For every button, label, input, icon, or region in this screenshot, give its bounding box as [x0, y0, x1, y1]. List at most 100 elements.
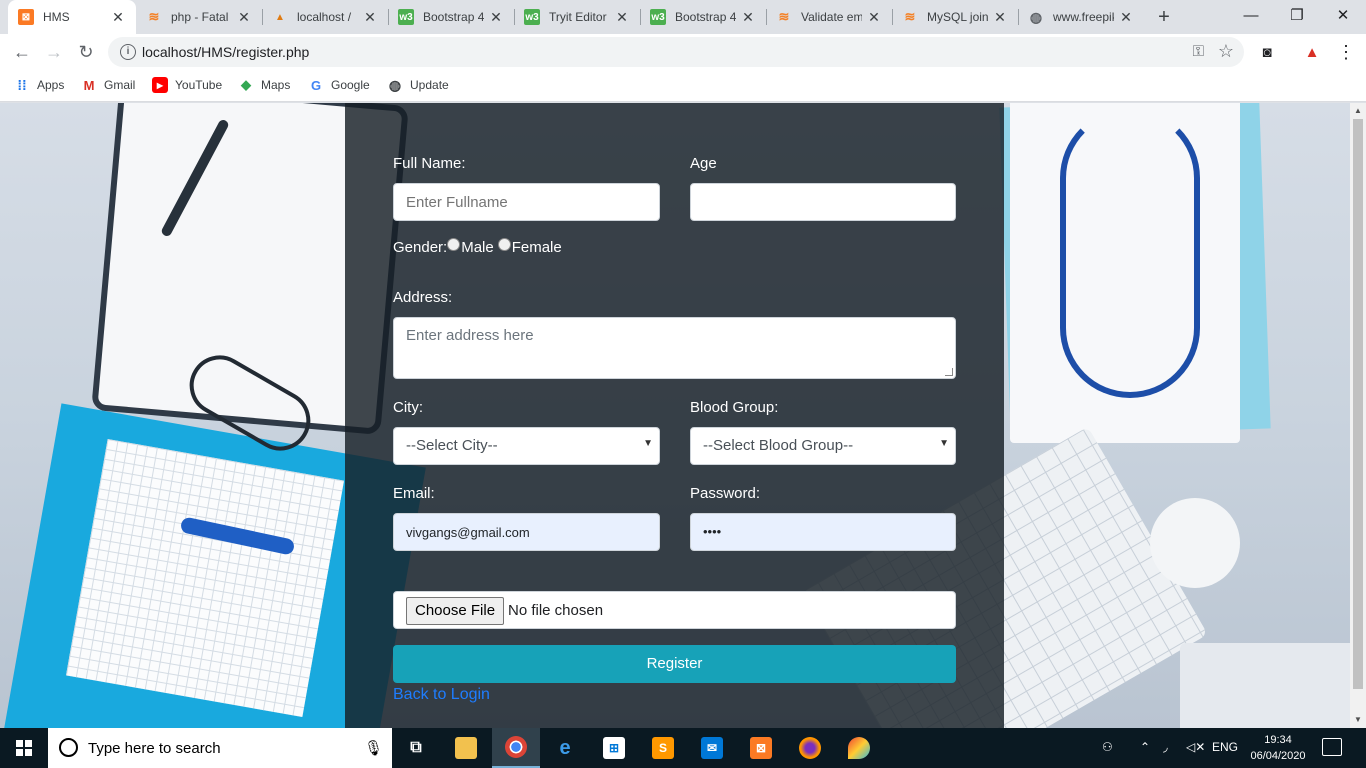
info-icon[interactable]: i — [120, 44, 136, 60]
email-input[interactable]: vivgangs@gmail.com — [393, 513, 660, 551]
tab-title: Tryit Editor — [549, 10, 607, 24]
close-tab-icon[interactable]: ✕ — [110, 9, 126, 25]
registration-form: Full Name: Age Gender: Male Female Addre… — [345, 103, 1004, 728]
tab-bootstrap-1[interactable]: w3 Bootstrap 4 ✕ — [388, 0, 514, 34]
bookmark-label: Gmail — [104, 78, 136, 92]
dropdown-arrow-icon: ▼ — [939, 438, 949, 449]
windows-logo-icon — [16, 740, 32, 756]
minimize-button[interactable]: — — [1228, 0, 1274, 30]
bookmark-gmail[interactable]: M Gmail — [81, 77, 136, 93]
tab-bootstrap-2[interactable]: w3 Bootstrap 4 ✕ — [640, 0, 766, 34]
mail-icon[interactable]: ✉ — [688, 728, 736, 768]
address-bar[interactable]: i localhost/HMS/register.php ⚿ ☆ — [108, 37, 1244, 67]
monitor-image — [1180, 643, 1350, 728]
close-tab-icon[interactable]: ✕ — [488, 9, 504, 25]
gender-label: Gender: — [393, 239, 448, 256]
new-tab-button[interactable]: + — [1153, 6, 1175, 28]
reload-button[interactable]: ↻ — [74, 40, 98, 64]
task-view-icon[interactable]: ⧉ — [392, 728, 440, 768]
page-scrollbar[interactable]: ▲ ▼ — [1350, 103, 1366, 728]
file-explorer-icon[interactable] — [442, 728, 490, 768]
windows-taskbar: Type here to search 🎙 ⧉ e ⊞ S ✉ ⊠ ⚇ ⌃ ◞ … — [0, 728, 1366, 768]
edge-icon[interactable]: e — [541, 728, 589, 768]
firefox-icon[interactable] — [786, 728, 834, 768]
resize-handle[interactable] — [945, 368, 953, 376]
taskbar-search[interactable]: Type here to search 🎙 — [48, 728, 392, 768]
notification-center-icon[interactable] — [1322, 738, 1342, 756]
people-icon[interactable]: ⚇ — [1102, 740, 1113, 754]
scrollbar-thumb[interactable] — [1353, 119, 1363, 689]
fullname-input[interactable] — [393, 183, 660, 221]
extension-icon[interactable]: ▲ — [1300, 40, 1324, 64]
url-text[interactable]: localhost/HMS/register.php — [142, 44, 309, 60]
male-label[interactable]: Male — [461, 239, 494, 256]
google-icon: G — [310, 77, 322, 93]
bookmark-update[interactable]: ◍ Update — [387, 77, 449, 93]
key-icon[interactable]: ⚿ — [1193, 43, 1204, 60]
sublime-text-icon[interactable]: S — [639, 728, 687, 768]
bookmark-maps[interactable]: ◆ Maps — [238, 77, 290, 93]
paint3d-icon[interactable] — [835, 728, 883, 768]
microphone-icon[interactable]: 🎙 — [364, 739, 383, 757]
close-tab-icon[interactable]: ✕ — [362, 9, 378, 25]
menu-icon[interactable]: ⋮ — [1334, 40, 1358, 64]
bookmark-youtube[interactable]: ▶ YouTube — [152, 77, 222, 93]
maximize-button[interactable]: ❐ — [1274, 0, 1320, 30]
close-tab-icon[interactable]: ✕ — [866, 9, 882, 25]
show-hidden-icons-chevron-icon[interactable]: ⌃ — [1140, 740, 1150, 754]
bookmark-apps[interactable]: ⁞⁞ Apps — [14, 77, 64, 93]
password-input[interactable]: •••• — [690, 513, 956, 551]
age-input[interactable] — [690, 183, 956, 221]
close-tab-icon[interactable]: ✕ — [992, 9, 1008, 25]
tab-hms[interactable]: ⊠ HMS ✕ — [8, 0, 136, 34]
tab-mysql-join[interactable]: ≋ MySQL join ✕ — [892, 0, 1018, 34]
back-to-login-link[interactable]: Back to Login — [393, 686, 490, 704]
tab-title: HMS — [43, 10, 70, 24]
close-tab-icon[interactable]: ✕ — [236, 9, 252, 25]
male-radio[interactable] — [447, 238, 461, 251]
bookmark-star-icon[interactable]: ☆ — [1218, 41, 1234, 62]
close-window-button[interactable]: ✕ — [1320, 0, 1366, 30]
camera-icon[interactable]: ◙ — [1255, 40, 1279, 64]
tab-php-fatal[interactable]: ≋ php - Fatal ✕ — [136, 0, 262, 34]
close-tab-icon[interactable]: ✕ — [1118, 9, 1134, 25]
tab-localhost[interactable]: ▲ localhost / ✕ — [262, 0, 388, 34]
globe-icon: ◍ — [1029, 8, 1043, 25]
close-tab-icon[interactable]: ✕ — [614, 9, 630, 25]
bookmark-google[interactable]: G Google — [308, 77, 370, 93]
scroll-down-arrow-icon[interactable]: ▼ — [1350, 712, 1366, 728]
wifi-icon[interactable]: ◞ — [1163, 740, 1168, 754]
clock-time: 19:34 — [1264, 734, 1292, 746]
register-button[interactable]: Register — [393, 645, 956, 683]
address-label: Address: — [393, 289, 453, 306]
stethoscope-image — [1060, 108, 1200, 398]
female-label[interactable]: Female — [512, 239, 562, 256]
tab-tryit-editor[interactable]: w3 Tryit Editor ✕ — [514, 0, 640, 34]
w3schools-icon: w3 — [650, 9, 666, 25]
xampp-icon[interactable]: ⊠ — [737, 728, 785, 768]
pen-cup-image — [1150, 498, 1240, 588]
start-button[interactable] — [0, 728, 48, 768]
system-clock[interactable]: 19:34 06/04/2020 — [1250, 732, 1306, 764]
tab-freepik[interactable]: ◍ www.freepik ✕ — [1018, 0, 1144, 34]
page-viewport: Full Name: Age Gender: Male Female Addre… — [0, 103, 1350, 728]
address-textarea[interactable]: Enter address here — [393, 317, 956, 379]
forward-button[interactable]: → — [42, 40, 66, 64]
choose-file-button[interactable]: Choose File — [406, 597, 505, 625]
scroll-up-arrow-icon[interactable]: ▲ — [1350, 103, 1366, 119]
language-indicator[interactable]: ENG — [1212, 740, 1238, 754]
background-notepad — [65, 438, 345, 718]
bookmark-label: YouTube — [175, 78, 223, 92]
female-radio[interactable] — [497, 238, 511, 251]
dropdown-arrow-icon: ▼ — [643, 438, 653, 449]
bookmark-label: Maps — [261, 78, 291, 92]
volume-muted-icon[interactable]: ◁✕ — [1186, 740, 1205, 754]
store-icon[interactable]: ⊞ — [590, 728, 638, 768]
chrome-icon[interactable] — [492, 728, 540, 768]
back-button[interactable]: ← — [10, 40, 34, 64]
tab-validate-email[interactable]: ≋ Validate em ✕ — [766, 0, 892, 34]
city-select[interactable]: --Select City-- ▼ — [393, 427, 660, 465]
w3schools-icon: w3 — [524, 9, 540, 25]
blood-group-select[interactable]: --Select Blood Group-- ▼ — [690, 427, 956, 465]
close-tab-icon[interactable]: ✕ — [740, 9, 756, 25]
